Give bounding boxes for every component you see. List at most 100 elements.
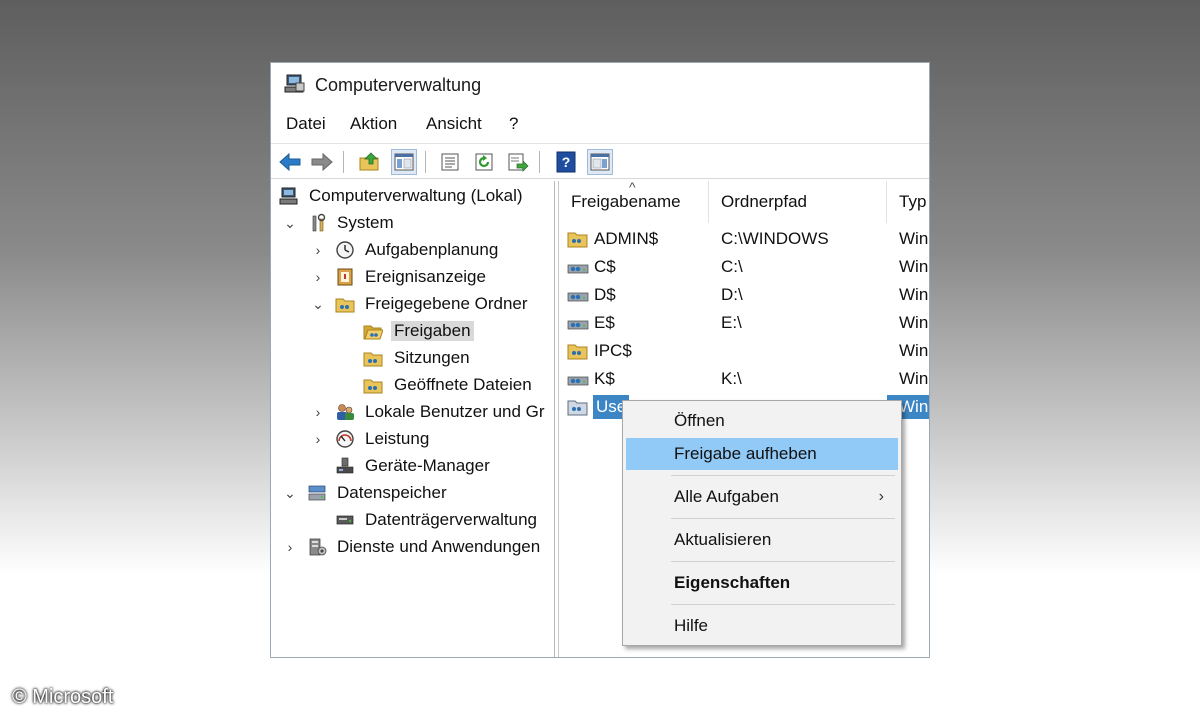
forward-button[interactable] (309, 149, 335, 175)
up-one-level-button[interactable] (357, 149, 383, 175)
tree-label-leistung: Leistung (365, 429, 430, 448)
share-name: E$ (594, 313, 615, 332)
table-row[interactable]: E$ E:\ Win (559, 309, 929, 337)
tree-item-sitzungen[interactable]: Sitzungen (271, 345, 554, 371)
back-button[interactable] (277, 149, 303, 175)
device-manager-icon (336, 457, 354, 474)
tree-item-datentraegerverwaltung[interactable]: Datenträgerverwaltung (271, 507, 554, 533)
chevron-right-icon: › (878, 488, 884, 505)
shared-drive-icon (567, 376, 589, 386)
tree-label-freigaben: Freigaben (391, 321, 474, 341)
menu-item-help-label: Hilfe (674, 616, 709, 635)
toolbar-separator (425, 151, 426, 173)
shared-folder-icon (567, 344, 588, 360)
copyright-watermark: © Microsoft (12, 686, 114, 708)
menu-datei[interactable]: Datei (286, 114, 326, 134)
tree-label-dienste: Dienste und Anwendungen (337, 537, 541, 556)
menu-item-open-label: Öffnen (674, 411, 725, 430)
chevron-right-icon[interactable]: › (283, 539, 297, 555)
tree-label-geoeffnete-dateien: Geöffnete Dateien (394, 375, 532, 394)
column-header-typ[interactable]: Typ (887, 181, 929, 223)
users-icon (337, 404, 354, 420)
menu-item-properties[interactable]: Eigenschaften (626, 567, 898, 599)
chevron-right-icon[interactable]: › (311, 431, 325, 447)
export-button[interactable] (505, 149, 531, 175)
refresh-icon (475, 153, 493, 171)
tree-item-freigegebene-ordner[interactable]: ⌄ Freigegebene Ordner (271, 291, 554, 317)
computer-management-icon (279, 187, 298, 205)
tree-item-lokale-benutzer[interactable]: › Lokale Benutzer und Gr (271, 399, 554, 425)
tree-item-leistung[interactable]: › Leistung (271, 426, 554, 452)
export-list-button[interactable] (437, 149, 463, 175)
tree-label-datentraegerverwaltung: Datenträgerverwaltung (365, 510, 537, 529)
share-name: IPC$ (594, 341, 632, 360)
share-path: C:\WINDOWS (721, 229, 829, 248)
chevron-down-icon[interactable]: ⌄ (283, 215, 297, 231)
menu-help[interactable]: ? (509, 114, 518, 134)
table-row[interactable]: C$ C:\ Win (559, 253, 929, 281)
column-header-freigabename[interactable]: ^ Freigabename (559, 181, 709, 223)
menu-item-unshare-label: Freigabe aufheben (674, 444, 817, 463)
menu-separator (671, 518, 895, 519)
menu-ansicht[interactable]: Ansicht (426, 114, 482, 134)
table-row[interactable]: IPC$ Win (559, 337, 929, 365)
tree-item-system[interactable]: ⌄ System (271, 210, 554, 236)
back-arrow-icon (279, 152, 301, 172)
shared-drive-icon (567, 292, 589, 302)
action-pane-icon (590, 153, 610, 171)
tree-label-freigegebene-ordner: Freigegebene Ordner (365, 294, 528, 313)
tree-item-dienste[interactable]: › Dienste und Anwendungen (271, 534, 554, 560)
forward-arrow-icon (311, 152, 333, 172)
column-header-ordnerpfad[interactable]: Ordnerpfad (709, 181, 887, 223)
tree-item-ereignisanzeige[interactable]: › Ereignisanzeige (271, 264, 554, 290)
share-type: Win (899, 257, 929, 276)
shared-folder-icon (567, 232, 588, 248)
storage-icon (308, 485, 326, 501)
menu-item-help[interactable]: Hilfe (626, 610, 898, 642)
share-name: ADMIN$ (594, 229, 659, 248)
menu-separator (671, 604, 895, 605)
table-row[interactable]: K$ K:\ Win (559, 365, 929, 393)
tree-item-aufgabenplanung[interactable]: › Aufgabenplanung (271, 237, 554, 263)
performance-icon (336, 430, 354, 448)
menu-bar: Datei Aktion Ansicht ? (271, 111, 929, 139)
menu-aktion[interactable]: Aktion (350, 114, 397, 134)
refresh-button[interactable] (471, 149, 497, 175)
tree-item-geoeffnete-dateien[interactable]: Geöffnete Dateien (271, 372, 554, 398)
tree-item-freigaben[interactable]: Freigaben (271, 318, 554, 344)
tree-label-ereignisanzeige: Ereignisanzeige (365, 267, 486, 286)
toolbar-separator (343, 151, 344, 173)
chevron-down-icon[interactable]: ⌄ (283, 485, 297, 501)
show-hide-console-tree-button[interactable] (391, 149, 417, 175)
tree-item-datenspeicher[interactable]: ⌄ Datenspeicher (271, 480, 554, 506)
tree-label-geraete-manager: Geräte-Manager (365, 456, 490, 475)
menu-item-unshare[interactable]: Freigabe aufheben (626, 438, 898, 470)
chevron-down-icon[interactable]: ⌄ (311, 296, 325, 312)
tree-label-system: System (337, 213, 394, 232)
share-name: D$ (594, 285, 616, 304)
menu-item-refresh[interactable]: Aktualisieren (626, 524, 898, 556)
share-path: K:\ (721, 369, 742, 388)
toolbar: ? (271, 143, 929, 179)
help-button[interactable]: ? (553, 149, 579, 175)
tree-item-root[interactable]: Computerverwaltung (Lokal) (271, 183, 554, 209)
console-tree-icon (394, 153, 414, 171)
table-row[interactable]: ADMIN$ C:\WINDOWS Win (559, 225, 929, 253)
tree-label-aufgabenplanung: Aufgabenplanung (365, 240, 499, 259)
tree-item-geraete-manager[interactable]: Geräte-Manager (271, 453, 554, 479)
menu-item-all-tasks[interactable]: Alle Aufgaben › (626, 481, 898, 513)
menu-item-all-tasks-label: Alle Aufgaben (674, 487, 779, 506)
chevron-right-icon[interactable]: › (311, 242, 325, 258)
chevron-right-icon[interactable]: › (311, 269, 325, 285)
sessions-folder-icon (363, 352, 383, 367)
share-path: C:\ (721, 257, 743, 276)
chevron-right-icon[interactable]: › (311, 404, 325, 420)
clock-icon (336, 241, 354, 259)
column-label-typ: Typ (899, 192, 927, 211)
show-hide-action-pane-button[interactable] (587, 149, 613, 175)
share-type: Win (899, 341, 929, 360)
table-row[interactable]: D$ D:\ Win (559, 281, 929, 309)
menu-item-open[interactable]: Öffnen (626, 405, 898, 437)
list-sheet-icon (441, 153, 459, 171)
open-files-folder-icon (363, 379, 383, 394)
